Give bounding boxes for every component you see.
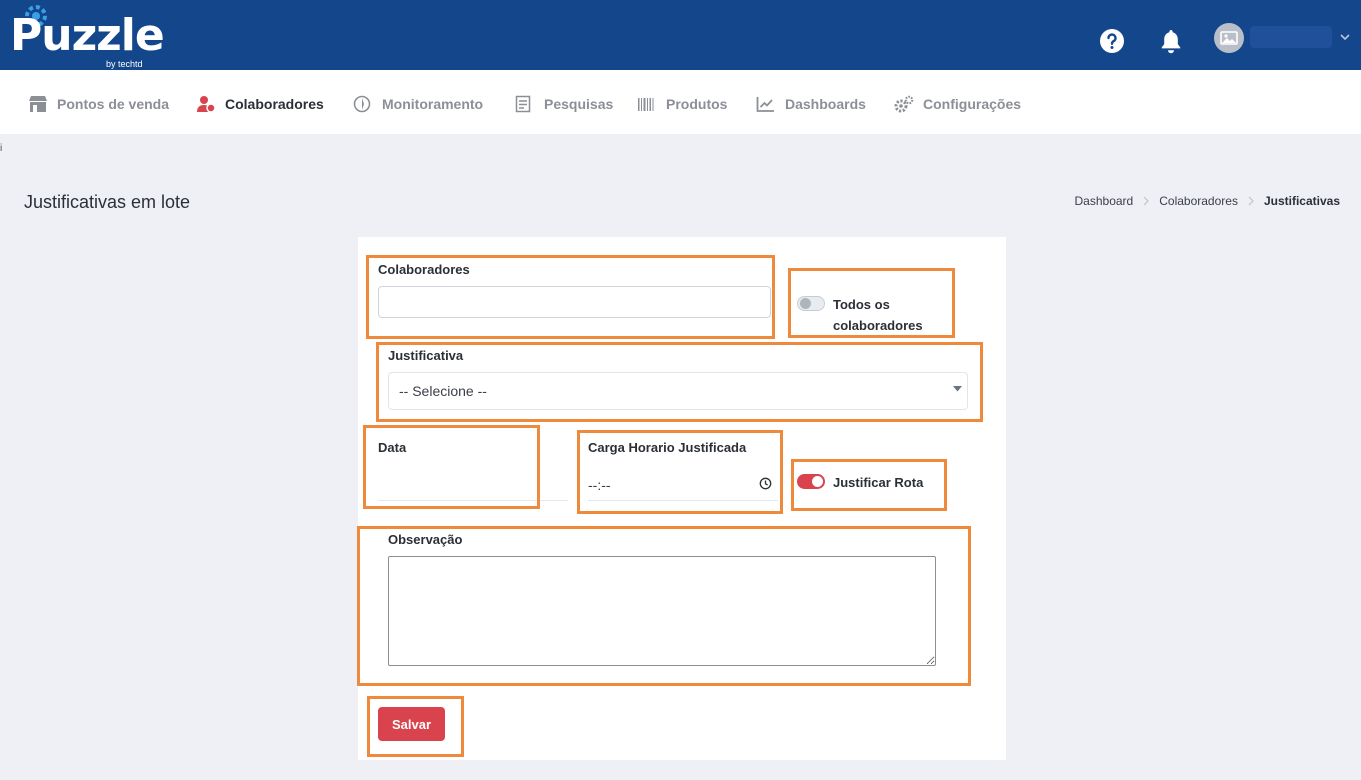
justificativa-selected-value: -- Selecione --	[399, 383, 487, 399]
store-icon	[29, 96, 47, 112]
breadcrumb-colaboradores[interactable]: Colaboradores	[1159, 194, 1238, 208]
nav-item-produtos[interactable]: Produtos	[637, 94, 727, 114]
nav-item-configuracoes[interactable]: Configurações	[894, 94, 1021, 114]
breadcrumb: Dashboard Colaboradores Justificativas	[1075, 194, 1340, 208]
user-name-blurred[interactable]	[1250, 26, 1332, 48]
justificar-rota-toggle[interactable]	[797, 474, 825, 489]
barcode-icon	[638, 98, 654, 111]
chevron-right-icon	[1143, 196, 1150, 206]
nav-label: Configurações	[923, 96, 1022, 112]
breadcrumb-dashboard[interactable]: Dashboard	[1075, 194, 1134, 208]
nav-label: Pesquisas	[544, 96, 614, 112]
image-placeholder-icon	[1220, 31, 1238, 45]
caret-down-icon	[953, 386, 962, 392]
colaboradores-label: Colaboradores	[378, 262, 470, 277]
nav-item-monitoramento[interactable]: Monitoramento	[353, 94, 483, 114]
nav-label: Produtos	[666, 96, 728, 112]
nav-label: Colaboradores	[225, 96, 324, 112]
stray-mark: i	[0, 143, 3, 154]
compass-icon	[353, 95, 371, 113]
nav-item-dashboards[interactable]: Dashboards	[756, 94, 866, 114]
puzzle-logo[interactable]: Puzzle by techtd	[10, 5, 165, 70]
todos-colaboradores-label: Todos os colaboradores	[833, 297, 923, 333]
page-title: Justificativas em lote	[24, 192, 191, 212]
logo-text: Puzzle	[10, 10, 165, 61]
data-label: Data	[378, 440, 407, 455]
survey-icon	[515, 95, 531, 113]
user-avatar[interactable]	[1214, 23, 1244, 53]
help-circle-icon[interactable]	[1099, 28, 1125, 54]
users-icon	[197, 96, 216, 113]
observacao-textarea[interactable]	[388, 556, 936, 666]
justificativa-label: Justificativa	[388, 348, 464, 363]
nav-item-pontos-de-venda[interactable]: Pontos de venda	[28, 94, 169, 114]
justificativa-select[interactable]: -- Selecione --	[388, 372, 968, 410]
nav-label: Dashboards	[785, 96, 866, 112]
breadcrumb-justificativas: Justificativas	[1263, 194, 1340, 208]
justificar-rota-label: Justificar Rota	[833, 475, 924, 490]
carga-horaria-underline	[588, 500, 778, 501]
save-button[interactable]: Salvar	[378, 707, 445, 741]
logo-subtitle: by techtd	[106, 59, 143, 69]
nav-item-colaboradores[interactable]: Colaboradores	[196, 94, 324, 114]
chevron-down-icon[interactable]	[1339, 31, 1351, 43]
top-header: Puzzle by techtd	[0, 0, 1361, 70]
data-input[interactable]	[378, 500, 568, 501]
carga-horaria-label: Carga Horario Justificada	[588, 440, 747, 455]
observacao-label: Observação	[388, 532, 463, 547]
nav-item-pesquisas[interactable]: Pesquisas	[515, 94, 613, 114]
carga-horaria-input[interactable]: --:--	[588, 477, 611, 493]
clock-icon[interactable]	[759, 477, 772, 490]
nav-label: Monitoramento	[382, 96, 484, 112]
main-nav: Pontos de venda Colaboradores Monitorame…	[0, 70, 1361, 134]
colaboradores-input[interactable]	[378, 286, 771, 318]
todos-colaboradores-toggle[interactable]	[797, 296, 825, 311]
chevron-right-icon	[1248, 196, 1254, 206]
nav-label: Pontos de venda	[57, 96, 170, 112]
chart-line-icon	[756, 97, 774, 112]
bell-icon[interactable]	[1158, 28, 1184, 54]
gears-icon	[894, 95, 914, 113]
